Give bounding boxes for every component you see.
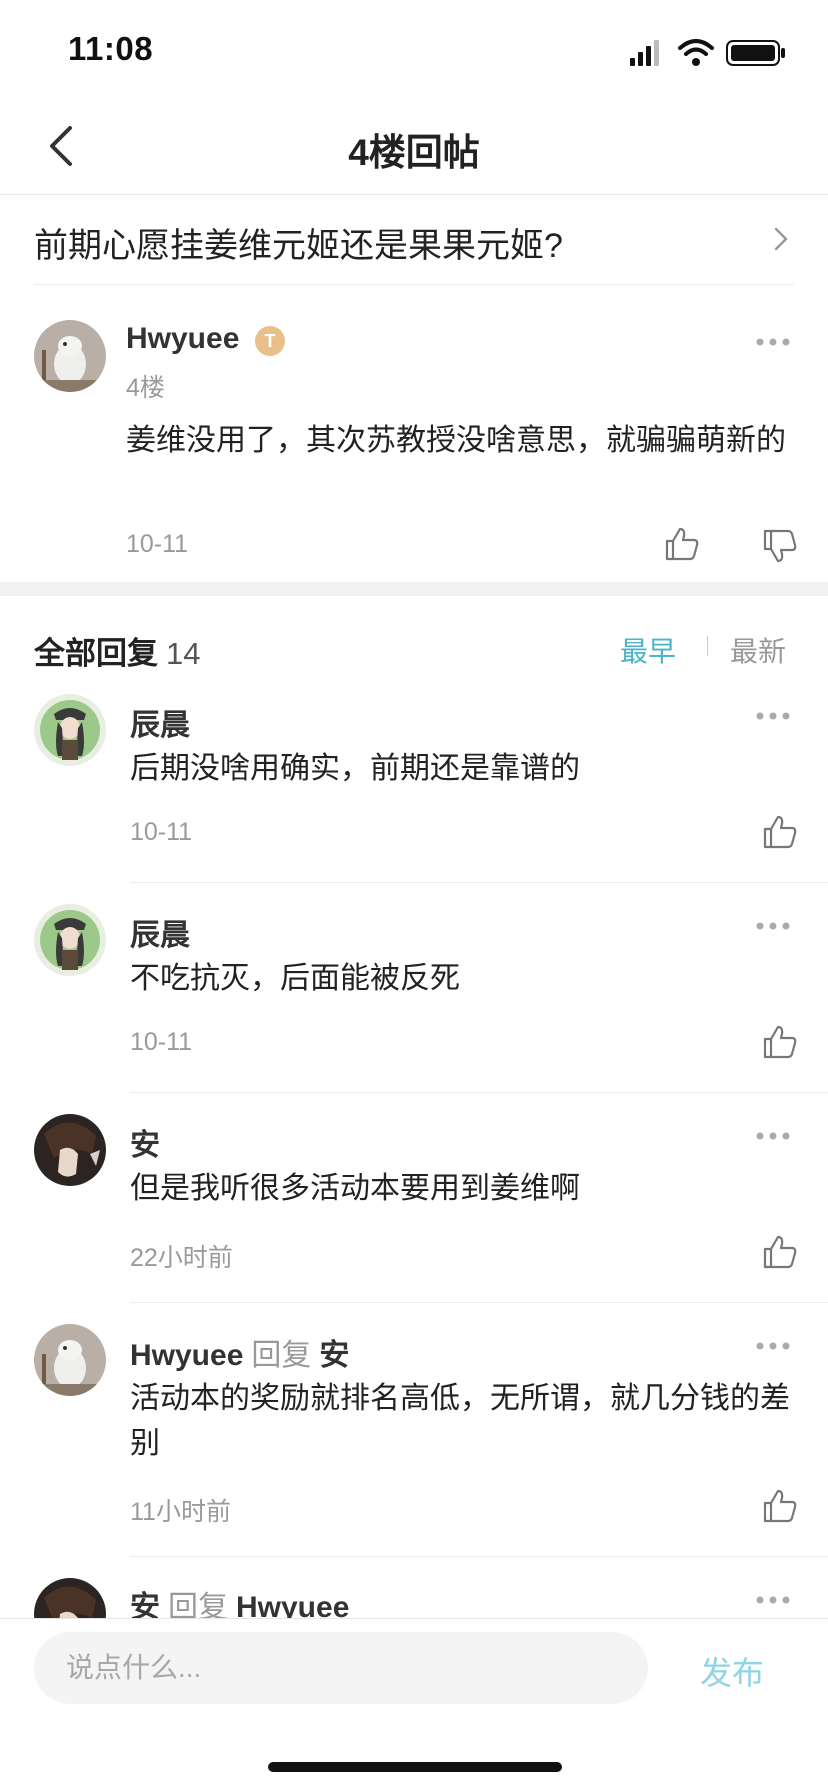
reply-content: 活动本的奖励就排名高低，无所谓，就几分钱的差别 [130, 1382, 790, 1460]
reply-username-line: Hwyuee 回复安 [130, 1330, 349, 1374]
status-icons [630, 39, 785, 66]
comment-input[interactable] [34, 1632, 648, 1704]
reply-content: 后期没啥用确实，前期还是靠谱的 [130, 752, 580, 785]
avatar[interactable] [34, 1324, 106, 1396]
thumbs-up-icon[interactable] [762, 814, 798, 850]
avatar[interactable] [34, 320, 106, 392]
signal-icon [630, 40, 659, 66]
moomin-avatar-icon [34, 320, 106, 392]
avatar[interactable] [34, 1114, 106, 1186]
level-badge: T [255, 326, 285, 356]
composer-divider [0, 1618, 828, 1619]
reply-date: 22小时前 [130, 1244, 233, 1272]
divider [130, 1556, 828, 1557]
post-date: 10-11 [126, 530, 189, 558]
reply-date: 11小时前 [130, 1498, 231, 1526]
avatar[interactable] [34, 904, 106, 976]
reply-content: 但是我听很多活动本要用到姜维啊 [130, 1172, 580, 1205]
replies-count: 14 [166, 636, 201, 671]
reply-target-username[interactable]: 安 [319, 1339, 349, 1372]
section-separator [0, 582, 828, 596]
more-options-icon[interactable] [756, 1132, 790, 1140]
sort-newest-tab[interactable]: 最新 [730, 630, 786, 670]
thread-title-row[interactable]: 前期心愿挂姜维元姬还是果果元姬? [34, 196, 794, 284]
nav-divider [0, 194, 828, 195]
chevron-right-icon [774, 227, 788, 251]
sort-earliest-tab[interactable]: 最早 [620, 630, 676, 670]
replies-title: 全部回复 [34, 636, 158, 671]
thread-title: 前期心愿挂姜维元姬还是果果元姬? [34, 227, 563, 265]
thumbs-down-icon[interactable] [762, 528, 798, 564]
more-options-icon[interactable] [756, 922, 790, 930]
thumbs-up-icon[interactable] [762, 1488, 798, 1524]
reply-username[interactable]: Hwyuee [130, 1339, 243, 1372]
status-time: 11:08 [68, 30, 154, 67]
more-options-icon[interactable] [756, 338, 790, 346]
thumbs-up-icon[interactable] [762, 1024, 798, 1060]
page-title: 4楼回帖 [348, 132, 480, 173]
post-content: 姜维没用了，其次苏教授没啥意思，就骗骗萌新的 [126, 424, 786, 457]
more-options-icon[interactable] [756, 1342, 790, 1350]
divider [130, 1302, 828, 1303]
moomin-avatar-icon [34, 1324, 106, 1396]
reply-username[interactable]: 安 [130, 1120, 160, 1164]
reply-username[interactable]: 辰晨 [130, 700, 190, 744]
wifi-icon [678, 39, 714, 66]
divider [34, 284, 794, 285]
home-indicator [268, 1762, 562, 1772]
avatar[interactable] [34, 694, 106, 766]
anime-girl-avatar-icon [34, 694, 106, 766]
post-username[interactable]: Hwyuee [126, 322, 239, 356]
anime-girl-avatar-icon [34, 904, 106, 976]
dark-hair-avatar-icon [34, 1114, 106, 1186]
publish-button[interactable]: 发布 [700, 1648, 764, 1694]
replies-header: 全部回复 14 [34, 628, 200, 673]
sort-divider [707, 636, 708, 656]
floor-label: 4楼 [126, 374, 165, 402]
reply-date: 10-11 [130, 818, 193, 846]
more-options-icon[interactable] [756, 1596, 790, 1604]
divider [130, 1092, 828, 1093]
thumbs-up-icon[interactable] [762, 1234, 798, 1270]
reply-content: 不吃抗灭，后面能被反死 [130, 962, 460, 995]
reply-word: 回复 [251, 1339, 312, 1372]
reply-username[interactable]: 辰晨 [130, 910, 190, 954]
battery-icon [726, 40, 785, 66]
divider [130, 882, 828, 883]
more-options-icon[interactable] [756, 712, 790, 720]
thumbs-up-icon[interactable] [664, 526, 700, 562]
reply-date: 10-11 [130, 1028, 193, 1056]
